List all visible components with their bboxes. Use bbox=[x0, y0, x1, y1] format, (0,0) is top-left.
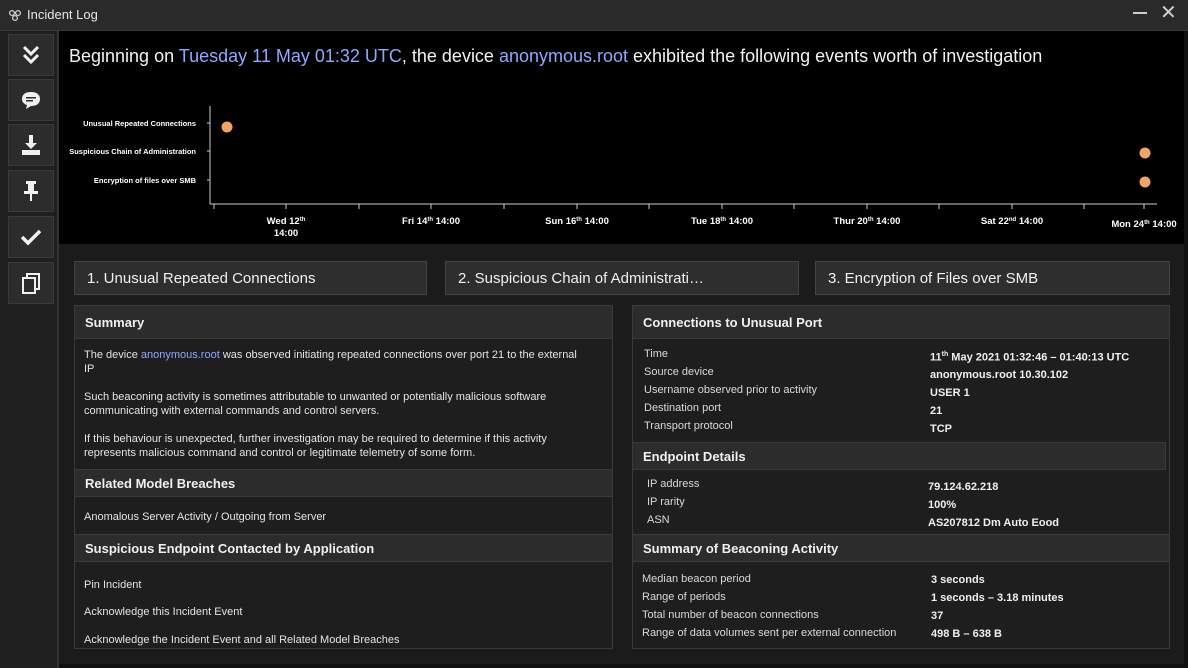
median-beacon-value: 3 seconds bbox=[931, 574, 985, 586]
range-periods-value: 1 seconds – 3.18 minutes bbox=[931, 592, 1064, 604]
acknowledge-all-action[interactable]: Acknowledge the Incident Event and all R… bbox=[84, 633, 400, 647]
x-tick-label: Thur 20th 14:00 bbox=[834, 216, 901, 227]
collapse-button[interactable] bbox=[8, 34, 54, 76]
acknowledge-button[interactable] bbox=[8, 216, 54, 258]
tab-suspicious-chain-of-administration[interactable]: 2. Suspicious Chain of Administrati… bbox=[445, 261, 799, 295]
headline-device[interactable]: anonymous.root bbox=[499, 46, 628, 66]
transport-protocol-label: Transport protocol bbox=[644, 420, 733, 432]
source-device-value: anonymous.root 10.30.102 bbox=[930, 369, 1069, 381]
checkmark-icon bbox=[20, 229, 42, 246]
headline-middle: , the device bbox=[401, 46, 499, 66]
comment-button[interactable] bbox=[8, 79, 54, 121]
data-volume-label: Range of data volumes sent per external … bbox=[642, 627, 897, 639]
x-tick-label: Tue 18th 14:00 bbox=[691, 216, 753, 227]
total-beacons-value: 37 bbox=[931, 610, 944, 622]
pin-button[interactable] bbox=[8, 170, 54, 212]
gear-cluster-icon bbox=[8, 9, 22, 22]
summary-paragraph-2: Such beaconing activity is sometimes att… bbox=[84, 391, 547, 417]
tab-unusual-repeated-connections[interactable]: 1. Unusual Repeated Connections bbox=[74, 261, 427, 295]
x-tick-label: Mon 24th 14:00 bbox=[1111, 219, 1176, 230]
tab-encryption-of-files-over-smb[interactable]: 3. Encryption of Files over SMB bbox=[815, 261, 1170, 295]
username-value: USER 1 bbox=[930, 387, 970, 399]
username-label: Username observed prior to activity bbox=[644, 384, 818, 396]
x-tick-label: Wed 12th bbox=[267, 216, 306, 227]
summary-device-link[interactable]: anonymous.root bbox=[141, 349, 220, 361]
headline-date[interactable]: Tuesday 11 May 01:32 UTC bbox=[179, 46, 402, 66]
x-tick-label: 14:00 bbox=[274, 228, 298, 239]
details-panel: Connections to Unusual Port Time 11th Ma… bbox=[632, 305, 1170, 649]
x-tick-label: Sat 22nd 14:00 bbox=[981, 216, 1043, 227]
destination-port-label: Destination port bbox=[644, 402, 722, 414]
event-timeline-chart: Unusual Repeated Connections Suspicious C… bbox=[69, 106, 1177, 239]
incident-headline: Beginning on Tuesday 11 May 01:32 UTC, t… bbox=[69, 46, 1042, 67]
asn-label: ASN bbox=[647, 514, 670, 526]
range-periods-label: Range of periods bbox=[642, 591, 726, 603]
data-volume-value: 498 B – 638 B bbox=[931, 628, 1002, 640]
copy-icon bbox=[22, 273, 40, 294]
download-icon bbox=[22, 135, 40, 155]
transport-protocol-value: TCP bbox=[930, 423, 952, 435]
ip-address-value: 79.124.62.218 bbox=[928, 481, 999, 493]
summary-paragraph-3: If this behaviour is unexpected, further… bbox=[84, 433, 547, 459]
suspicious-endpoint-heading: Suspicious Endpoint Contacted by Applica… bbox=[75, 534, 612, 562]
download-button[interactable] bbox=[8, 124, 54, 166]
pin-icon bbox=[24, 181, 38, 201]
ip-rarity-label: IP rarity bbox=[647, 496, 685, 508]
window-titlebar: Incident Log ✕ bbox=[0, 0, 1188, 31]
summary-panel: Summary The device anonymous.root was ob… bbox=[74, 305, 613, 649]
y-tick-label: Suspicious Chain of Administration bbox=[69, 147, 196, 156]
time-value: 11th May 2021 01:32:46 – 01:40:13 UTC bbox=[930, 351, 1130, 364]
chat-bubble-icon bbox=[22, 92, 40, 109]
headline-prefix: Beginning on bbox=[69, 46, 179, 66]
window-title: Incident Log bbox=[27, 7, 98, 22]
event-point bbox=[1139, 147, 1151, 159]
close-button[interactable]: ✕ bbox=[1160, 3, 1177, 23]
beaconing-summary-heading: Summary of Beaconing Activity bbox=[633, 534, 1169, 562]
destination-port-value: 21 bbox=[930, 405, 943, 417]
summary-heading: Summary bbox=[75, 306, 612, 339]
total-beacons-label: Total number of beacon connections bbox=[642, 609, 819, 621]
summary-text: The device bbox=[84, 349, 141, 361]
acknowledge-event-action[interactable]: Acknowledge this Incident Event bbox=[84, 605, 242, 619]
y-tick-label: Encryption of files over SMB bbox=[94, 176, 197, 185]
endpoint-details-heading: Endpoint Details bbox=[633, 442, 1166, 470]
sidebar bbox=[0, 31, 59, 668]
double-chevron-down-icon bbox=[22, 45, 40, 65]
headline-suffix: exhibited the following events worth of … bbox=[628, 46, 1043, 66]
related-breach-link[interactable]: Anomalous Server Activity / Outgoing fro… bbox=[84, 510, 326, 524]
median-beacon-label: Median beacon period bbox=[642, 573, 751, 585]
connections-heading: Connections to Unusual Port bbox=[633, 306, 1169, 339]
time-label: Time bbox=[644, 348, 669, 360]
related-breaches-heading: Related Model Breaches bbox=[75, 469, 612, 497]
summary-paragraph-1: The device anonymous.root was observed i… bbox=[84, 348, 584, 376]
copy-button[interactable] bbox=[8, 262, 54, 304]
pin-incident-action[interactable]: Pin Incident bbox=[84, 578, 141, 592]
y-tick-label: Unusual Repeated Connections bbox=[83, 119, 196, 128]
event-details-area: 1. Unusual Repeated Connections 2. Suspi… bbox=[59, 244, 1184, 664]
ip-address-label: IP address bbox=[647, 478, 700, 490]
asn-value: AS207812 Dm Auto Eood bbox=[928, 517, 1060, 529]
x-tick-label: Sun 16th 14:00 bbox=[545, 216, 609, 227]
event-point bbox=[221, 121, 233, 133]
event-point bbox=[1139, 176, 1151, 188]
source-device-label: Source device bbox=[644, 366, 714, 378]
x-tick-label: Fri 14th 14:00 bbox=[402, 216, 460, 227]
incident-main: Beginning on Tuesday 11 May 01:32 UTC, t… bbox=[59, 31, 1184, 664]
ip-rarity-value: 100% bbox=[928, 499, 957, 511]
minimize-button[interactable] bbox=[1133, 12, 1147, 14]
